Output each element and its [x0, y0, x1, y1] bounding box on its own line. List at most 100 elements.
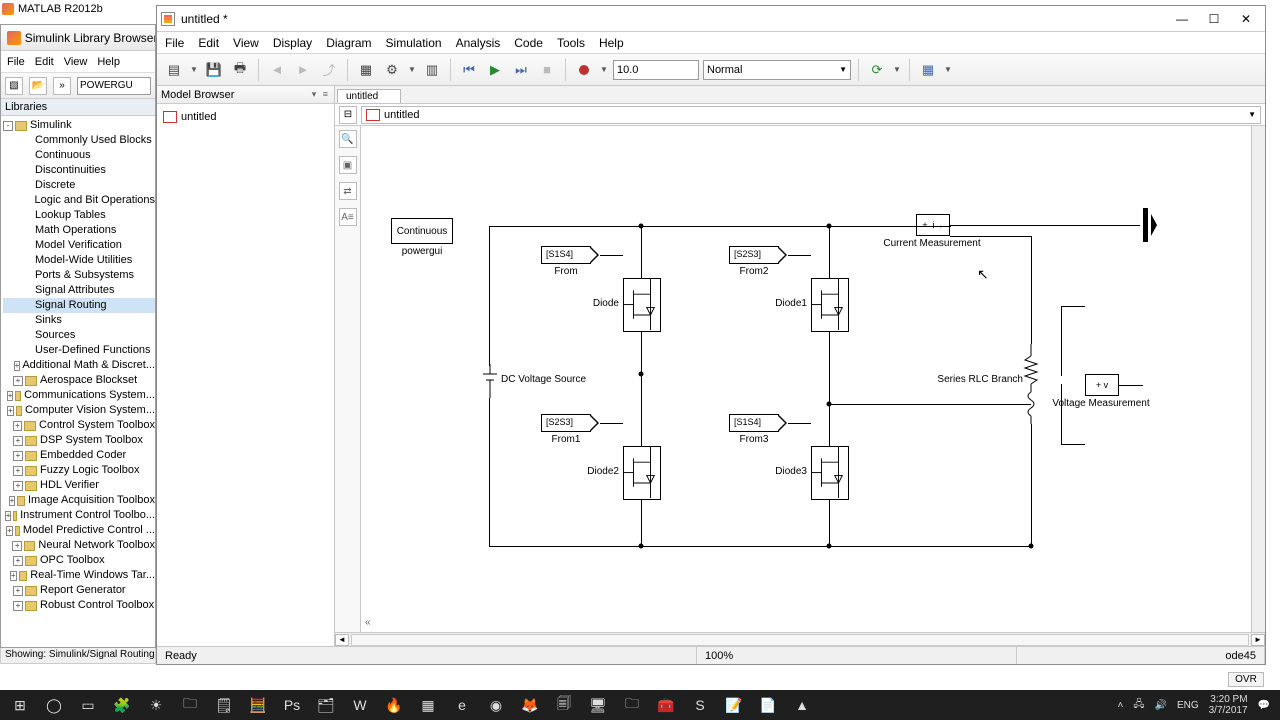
tree-item[interactable]: Logic and Bit Operations — [3, 193, 155, 208]
tree-item[interactable]: +HDL Verifier — [3, 478, 155, 493]
model-browser-controls[interactable]: ▾ ≡ — [312, 89, 330, 100]
model-browser-item[interactable]: untitled — [163, 108, 328, 126]
library-titlebar[interactable]: Simulink Library Browser — [1, 25, 155, 51]
wire[interactable] — [1031, 424, 1032, 546]
tree-item[interactable]: -Simulink — [3, 118, 155, 133]
simulink-block[interactable] — [479, 364, 501, 403]
run-button[interactable]: ▶ — [484, 59, 506, 81]
maximize-button[interactable]: ☐ — [1199, 10, 1229, 28]
simulink-block[interactable]: [S1S4]From3 — [729, 414, 779, 445]
tree-item[interactable]: +Fuzzy Logic Toolbox — [3, 463, 155, 478]
tree-item[interactable]: Lookup Tables — [3, 208, 155, 223]
taskbar-app[interactable]: 🗀 — [174, 692, 206, 718]
print-button[interactable]: 🖶 — [229, 59, 251, 81]
simulink-block[interactable]: Diode1 — [767, 296, 807, 309]
wire[interactable] — [641, 500, 642, 546]
new-button[interactable]: ▤ — [163, 59, 185, 81]
tray-chevron-icon[interactable]: ˄ — [1117, 700, 1123, 711]
menu-display[interactable]: Display — [273, 36, 312, 50]
explorer-button[interactable]: ▥ — [421, 59, 443, 81]
tray-clock[interactable]: 3:20 PM 3/7/2017 — [1209, 694, 1248, 716]
simulink-block[interactable] — [1023, 344, 1039, 429]
menu-simulation[interactable]: Simulation — [386, 36, 442, 50]
inspector-button[interactable]: ▦ — [917, 59, 939, 81]
model-canvas[interactable]: « ContinuouspowerguiDC Voltage Source[S1… — [361, 126, 1251, 632]
step-back-button[interactable]: ⏮ — [458, 59, 480, 81]
chevron-down-icon[interactable]: ▼ — [1248, 110, 1256, 119]
expand-icon[interactable]: + — [13, 376, 23, 386]
tree-item[interactable]: Discrete — [3, 178, 155, 193]
menu-help[interactable]: Help — [599, 36, 624, 50]
tree-item[interactable]: +Model Predictive Control ... — [3, 523, 155, 538]
expand-icon[interactable]: + — [14, 361, 21, 371]
simulink-block[interactable]: [S2S3]From2 — [729, 246, 779, 277]
simulink-block[interactable] — [623, 278, 661, 332]
wire[interactable] — [881, 546, 1031, 547]
simulink-block[interactable]: Continuouspowergui — [391, 218, 453, 257]
lib-newmodel-button[interactable]: ▧ — [5, 77, 23, 95]
wire[interactable] — [1061, 306, 1085, 307]
wire[interactable] — [829, 500, 830, 546]
tree-item[interactable]: +Report Generator — [3, 583, 155, 598]
tray-network-icon[interactable]: 🖧 — [1133, 697, 1144, 714]
expand-icon[interactable]: + — [10, 571, 17, 581]
menu-analysis[interactable]: Analysis — [456, 36, 501, 50]
scroll-right-icon[interactable]: ► — [1251, 634, 1265, 646]
wire[interactable] — [1061, 306, 1062, 376]
simulation-mode-select[interactable]: Normal▼ — [703, 60, 851, 80]
fit-button[interactable]: ▣ — [339, 156, 357, 174]
lib-menu-view[interactable]: View — [64, 56, 88, 68]
simulink-block[interactable]: [S1S4]From — [541, 246, 591, 277]
taskbar-app[interactable]: 🧮 — [242, 692, 274, 718]
wire[interactable] — [829, 226, 830, 278]
model-browser-tree[interactable]: untitled — [157, 104, 334, 646]
tree-item[interactable]: Signal Routing — [3, 298, 155, 313]
minimize-button[interactable]: — — [1167, 10, 1197, 28]
tree-item[interactable]: Sources — [3, 328, 155, 343]
save-button[interactable]: 💾 — [203, 59, 225, 81]
taskbar-app[interactable]: ◉ — [480, 692, 512, 718]
inspector-dropdown[interactable]: ▼ — [943, 65, 953, 74]
tree-item[interactable]: Math Operations — [3, 223, 155, 238]
scroll-track[interactable] — [351, 634, 1249, 646]
new-dropdown[interactable]: ▼ — [189, 65, 199, 74]
tray-volume-icon[interactable]: 🔊 — [1154, 700, 1166, 711]
taskbar-app[interactable]: ▲ — [786, 692, 818, 718]
tree-item[interactable]: Commonly Used Blocks — [3, 133, 155, 148]
stop-button[interactable]: ■ — [536, 59, 558, 81]
cortana-icon[interactable]: ◯ — [38, 692, 70, 718]
start-button[interactable]: ⊞ — [4, 692, 36, 718]
tree-item[interactable]: +Image Acquisition Toolbox — [3, 493, 155, 508]
tray-lang[interactable]: ENG — [1177, 700, 1199, 711]
menu-file[interactable]: File — [165, 36, 184, 50]
step-forward-button[interactable]: ⏭ — [510, 59, 532, 81]
lib-menu-edit[interactable]: Edit — [35, 56, 54, 68]
simulink-block[interactable]: [S2S3]From1 — [541, 414, 591, 445]
simulink-block[interactable] — [623, 446, 661, 500]
taskbar-app[interactable]: ☀ — [140, 692, 172, 718]
wire[interactable] — [1119, 385, 1143, 386]
tree-item[interactable]: +OPC Toolbox — [3, 553, 155, 568]
lib-open-button[interactable]: 📂 — [29, 77, 47, 95]
vertical-scrollbar[interactable] — [1251, 126, 1265, 632]
wire[interactable] — [1061, 384, 1062, 444]
tree-item[interactable]: Signal Attributes — [3, 283, 155, 298]
tree-item[interactable]: Model Verification — [3, 238, 155, 253]
model-config-button[interactable]: ⚙ — [381, 59, 403, 81]
wire[interactable] — [829, 404, 1031, 405]
taskbar-app[interactable]: e — [446, 692, 478, 718]
expand-icon[interactable]: + — [13, 466, 23, 476]
close-button[interactable]: ✕ — [1231, 10, 1261, 28]
expand-icon[interactable]: + — [13, 436, 23, 446]
taskbar-app[interactable]: 📝 — [718, 692, 750, 718]
wire[interactable] — [881, 226, 951, 227]
tree-item[interactable]: +Control System Toolbox — [3, 418, 155, 433]
scroll-left-icon[interactable]: ◄ — [335, 634, 349, 646]
expand-icon[interactable]: + — [13, 481, 23, 491]
expand-icon[interactable]: + — [7, 406, 14, 416]
expand-icon[interactable]: + — [13, 601, 23, 611]
wire[interactable] — [950, 226, 951, 227]
wire[interactable] — [950, 225, 1140, 226]
tree-item[interactable]: +Aerospace Blockset — [3, 373, 155, 388]
taskbar-app[interactable]: 🔥 — [378, 692, 410, 718]
